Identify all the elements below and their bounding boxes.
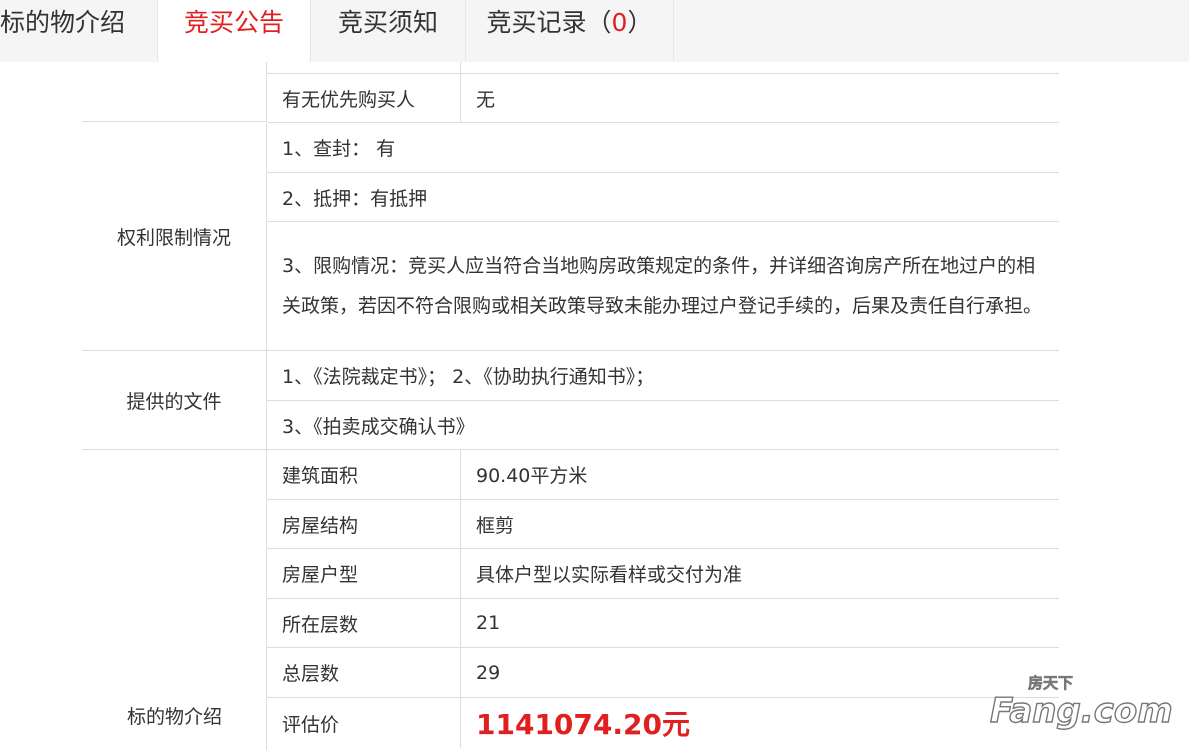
row-area-key: 建筑面积 (267, 450, 461, 500)
row-area-key-text: 建筑面积 (282, 465, 359, 487)
rights-restriction-label: 权利限制情况 (82, 123, 267, 351)
row-layout-key-text: 房屋户型 (282, 564, 359, 586)
rights-item-seizure-text: 1、查封： 有 (282, 138, 396, 160)
tab-bidding-notice-label: 竞买须知 (337, 8, 438, 37)
appraisal-price: 1141074.20元 (476, 708, 690, 741)
row-floor-value-text: 21 (476, 612, 501, 634)
tab-bid-records[interactable]: 竞买记录（0） (466, 0, 674, 62)
row-layout-key: 房屋户型 (267, 549, 461, 599)
priority-buyer-value-text: 无 (476, 88, 496, 111)
cut-row-key (267, 62, 461, 74)
tab-auction-announcement-label: 竞买公告 (183, 8, 284, 37)
row-layout-value-text: 具体户型以实际看样或交付为准 (476, 564, 743, 586)
documents-item-2: 3、《拍卖成交确认书》 (267, 401, 1059, 450)
tab-bar: 标的物介绍 竞买公告 竞买须知 竞买记录（0） (0, 0, 1189, 62)
row-appraisal-key-text: 评估价 (282, 713, 340, 736)
watermark-brand-en: Fang.com (990, 691, 1173, 730)
priority-buyer-label: 有无优先购买人 (282, 88, 416, 111)
row-structure-key: 房屋结构 (267, 500, 461, 549)
priority-buyer-value: 无 (461, 74, 1059, 123)
tab-auction-announcement[interactable]: 竞买公告 (158, 0, 311, 62)
tab-bid-records-suffix: ） (627, 8, 653, 37)
row-appraisal-value: 1141074.20元 (461, 698, 1059, 748)
row-total-floors-value: 29 (461, 648, 1059, 698)
row-floor-value: 21 (461, 599, 1059, 648)
rights-item-purchase-limit-text: 3、限购情况：竞买人应当符合当地购房政策规定的条件，并详细咨询房产所在地过户的相… (282, 255, 1043, 317)
tab-object-intro[interactable]: 标的物介绍 (0, 0, 158, 62)
row-total-floors-key: 总层数 (267, 648, 461, 698)
rights-restriction-label-text: 权利限制情况 (116, 227, 231, 249)
fang-logo-icon: 房天下 Fang.com (989, 674, 1173, 732)
rights-item-seizure: 1、查封： 有 (267, 123, 1059, 173)
fang-watermark-logo: 房天下 Fang.com (989, 670, 1180, 732)
rights-item-mortgage: 2、抵押：有抵押 (267, 173, 1059, 222)
label-cell-top (82, 62, 267, 122)
row-area-value-text: 90.40平方米 (476, 465, 588, 487)
documents-item-1: 1、《法院裁定书》； 2、《协助执行通知书》； (267, 351, 1059, 401)
documents-label: 提供的文件 (82, 351, 267, 450)
row-structure-value: 框剪 (461, 500, 1059, 549)
watermark-brand-cn: 房天下 (1028, 674, 1073, 692)
tab-bidding-notice[interactable]: 竞买须知 (311, 0, 466, 62)
rights-item-purchase-limit: 3、限购情况：竞买人应当符合当地购房政策规定的条件，并详细咨询房产所在地过户的相… (267, 222, 1059, 351)
documents-item-1-text: 1、《法院裁定书》； 2、《协助执行通知书》； (282, 366, 655, 388)
documents-item-2-text: 3、《拍卖成交确认书》 (282, 415, 475, 438)
row-layout-value: 具体户型以实际看样或交付为准 (461, 549, 1059, 599)
rights-item-mortgage-text: 2、抵押：有抵押 (282, 187, 428, 210)
tab-bid-records-label: 竞买记录（ (486, 8, 612, 37)
row-total-floors-key-text: 总层数 (282, 663, 340, 685)
priority-buyer-key: 有无优先购买人 (267, 74, 461, 123)
bid-record-count: 0 (611, 8, 628, 37)
row-floor-key-text: 所在层数 (282, 613, 359, 636)
object-intro-label-text: 标的物介绍 (126, 706, 222, 728)
row-area-value: 90.40平方米 (461, 450, 1059, 500)
row-total-floors-value-text: 29 (476, 661, 501, 684)
cut-row-value (461, 62, 1059, 74)
object-intro-label: 标的物介绍 (82, 450, 267, 750)
row-structure-value-text: 框剪 (476, 514, 515, 537)
documents-label-text: 提供的文件 (126, 390, 222, 413)
tab-object-intro-label: 标的物介绍 (0, 8, 126, 37)
row-structure-key-text: 房屋结构 (282, 514, 359, 537)
row-floor-key: 所在层数 (267, 599, 461, 648)
row-appraisal-key: 评估价 (267, 698, 461, 748)
